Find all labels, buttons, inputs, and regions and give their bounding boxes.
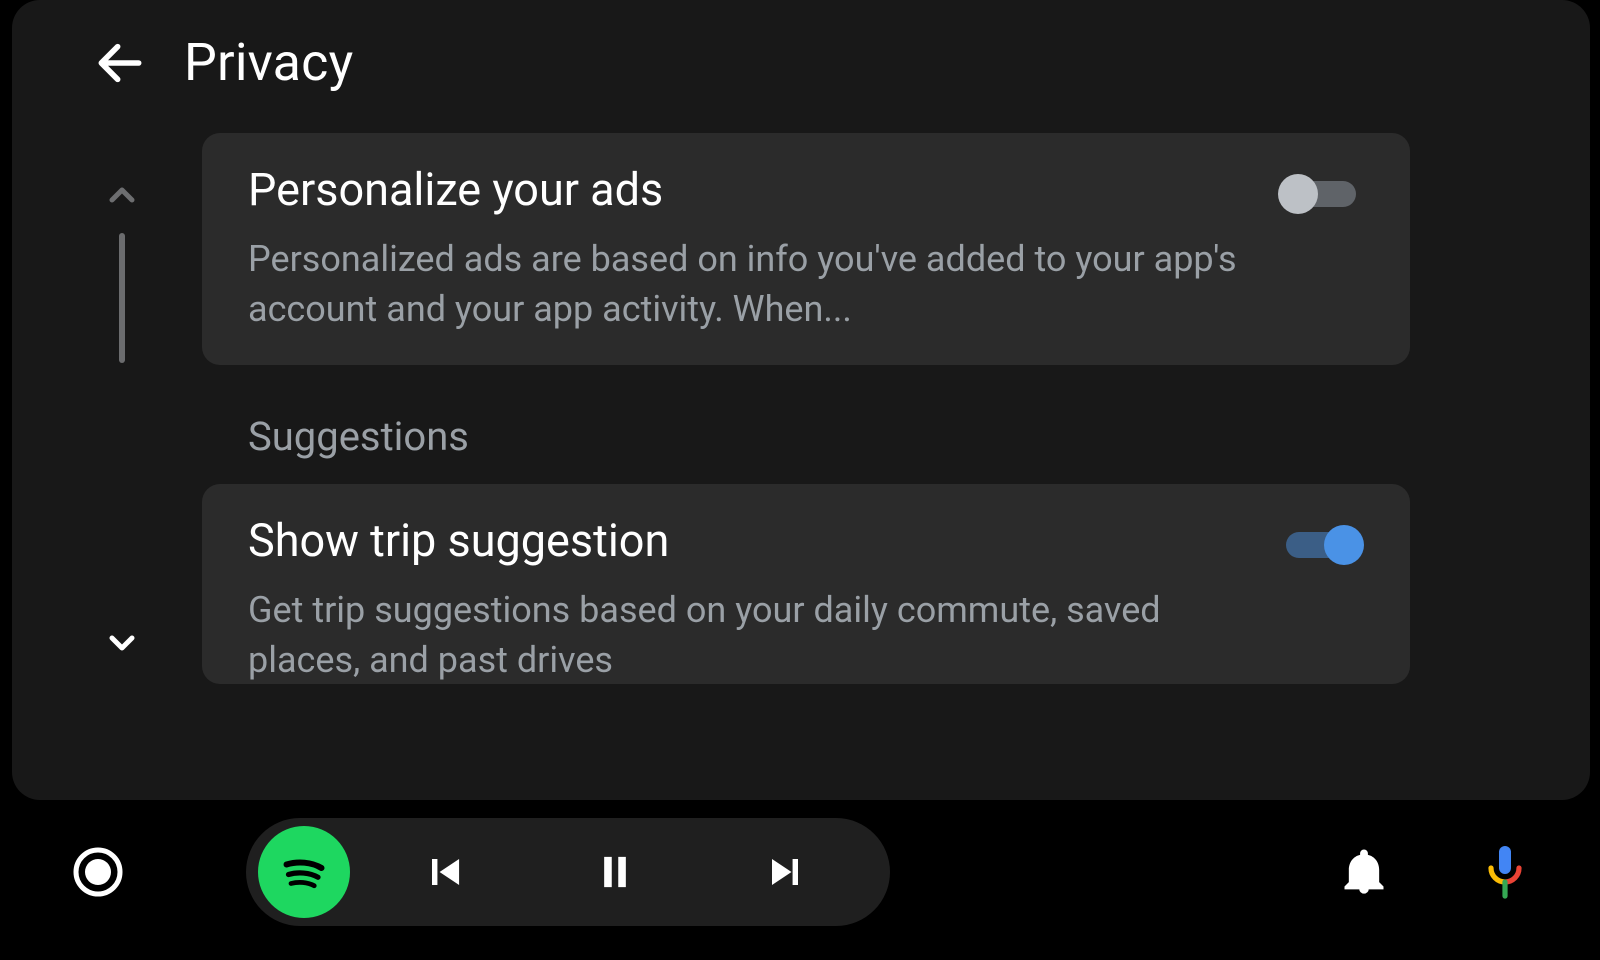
setting-title: Personalize your ads — [248, 163, 1248, 216]
setting-show-trip-suggestion[interactable]: Show trip suggestion Get trip suggestion… — [202, 484, 1410, 684]
scroll-indicator — [72, 133, 172, 773]
section-label-suggestions: Suggestions — [248, 413, 1410, 460]
assistant-mic-icon[interactable] — [1480, 844, 1530, 900]
chevron-down-icon[interactable] — [102, 623, 142, 663]
spotify-icon[interactable] — [258, 826, 350, 918]
header: Privacy — [12, 0, 1590, 133]
setting-description: Personalized ads are based on info you'v… — [248, 234, 1248, 335]
notifications-icon[interactable] — [1338, 846, 1390, 898]
next-track-icon[interactable] — [710, 846, 860, 898]
toggle-show-trip-suggestion[interactable] — [1278, 522, 1364, 568]
scroll-track[interactable] — [119, 233, 125, 363]
settings-panel: Privacy Personalize your ads Personalize… — [12, 0, 1590, 800]
home-button[interactable] — [70, 844, 126, 900]
back-icon[interactable] — [92, 35, 148, 91]
setting-description: Get trip suggestions based on your daily… — [248, 585, 1248, 684]
toggle-personalize-ads[interactable] — [1278, 171, 1364, 217]
setting-title: Show trip suggestion — [248, 514, 1248, 567]
previous-track-icon[interactable] — [370, 846, 520, 898]
pause-icon[interactable] — [540, 846, 690, 898]
setting-personalize-ads[interactable]: Personalize your ads Personalized ads ar… — [202, 133, 1410, 365]
bottom-bar — [0, 802, 1600, 942]
media-controls — [246, 818, 890, 926]
page-title: Privacy — [184, 32, 353, 93]
chevron-up-icon[interactable] — [102, 175, 142, 215]
